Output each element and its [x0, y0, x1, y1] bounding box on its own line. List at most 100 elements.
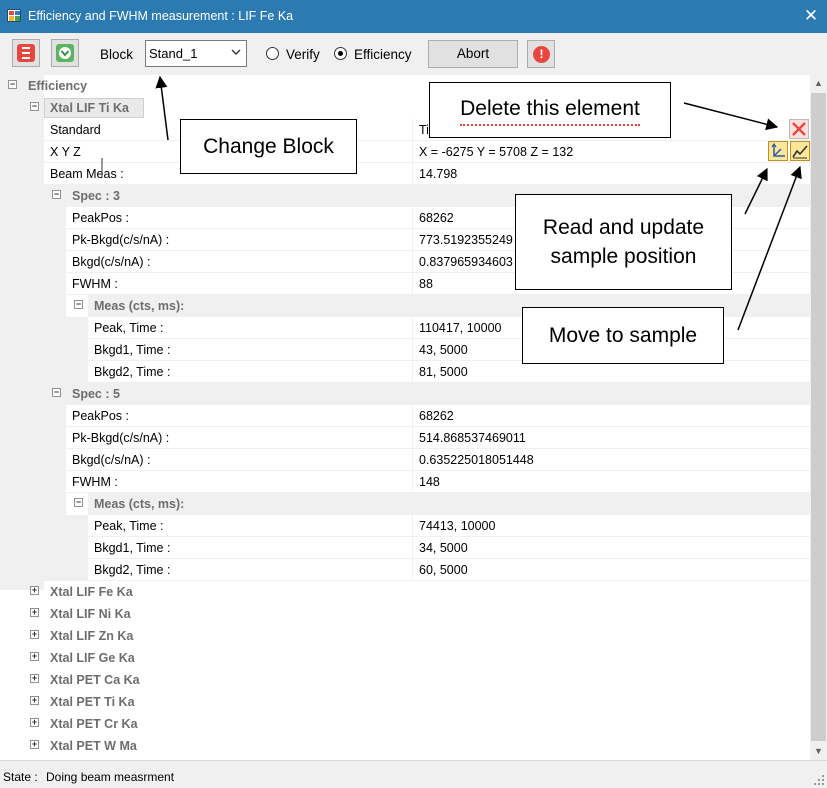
column-divider [412, 119, 413, 141]
collapse-icon[interactable]: − [52, 388, 61, 397]
meas-row-value[interactable]: 34, 5000 [419, 541, 468, 555]
meas-row[interactable]: Bkgd1, Time : 34, 5000 [88, 537, 810, 559]
spec-property-row-value[interactable]: 88 [419, 277, 433, 291]
xtal-node-collapsed-label: Xtal LIF Fe Ka [50, 585, 133, 599]
spec-gutter [44, 383, 66, 581]
stop-button[interactable] [12, 39, 40, 67]
expand-icon[interactable]: + [30, 652, 39, 661]
collapse-icon[interactable]: − [52, 190, 61, 199]
meas-row-name: Bkgd1, Time : [94, 541, 171, 555]
scroll-up-icon[interactable]: ▲ [810, 75, 827, 92]
scroll-down-icon[interactable]: ▼ [810, 743, 827, 760]
tree-root[interactable]: − Efficiency [0, 75, 810, 97]
xtal-node-collapsed-label: Xtal LIF Zn Ka [50, 629, 134, 643]
meas-node-label: Meas (cts, ms): [94, 299, 185, 313]
column-divider [412, 251, 413, 273]
collapse-icon[interactable]: − [74, 498, 83, 507]
warning-button[interactable]: ! [527, 40, 555, 68]
spec-property-row-name: Bkgd(c/s/nA) : [72, 255, 151, 269]
meas-row[interactable]: Bkgd2, Time : 81, 5000 [88, 361, 810, 383]
expand-icon[interactable]: + [30, 740, 39, 749]
move-to-sample-button[interactable] [790, 141, 810, 161]
property-row-value[interactable]: Ti [419, 123, 429, 137]
vertical-scrollbar[interactable]: ▲ ▼ [810, 75, 827, 760]
spec-gutter [44, 185, 66, 383]
spec-node[interactable]: − Spec : 5 [0, 383, 810, 405]
xtal-node-collapsed[interactable]: + Xtal PET W Ma [0, 735, 810, 757]
read-position-button[interactable] [768, 141, 788, 161]
column-divider [412, 537, 413, 559]
down-arrow-icon [56, 44, 74, 62]
column-divider [412, 273, 413, 295]
xtal-node-collapsed[interactable]: + Xtal PET Ti Ka [0, 691, 810, 713]
expand-icon[interactable]: + [30, 586, 39, 595]
expand-icon[interactable]: + [30, 630, 39, 639]
property-row[interactable]: Beam Meas : 14.798 [44, 163, 810, 185]
xtal-node-collapsed[interactable]: + Xtal PET Cr Ka [0, 713, 810, 735]
meas-row-name: Bkgd2, Time : [94, 563, 171, 577]
delete-x-icon [790, 120, 808, 138]
meas-row-name: Peak, Time : [94, 321, 164, 335]
xtal-node-collapsed-label: Xtal PET Ca Ka [50, 673, 140, 687]
meas-row-value[interactable]: 60, 5000 [419, 563, 468, 577]
expand-icon[interactable]: + [30, 674, 39, 683]
spec-property-row[interactable]: Pk-Bkgd(c/s/nA) : 514.868537469011 [66, 427, 810, 449]
spec-property-row-name: Bkgd(c/s/nA) : [72, 453, 151, 467]
xtal-node-collapsed-label: Xtal PET Cr Ka [50, 717, 138, 731]
radio-verify-label: Verify [286, 47, 320, 62]
delete-button[interactable] [789, 119, 809, 139]
meas-row[interactable]: Peak, Time : 74413, 10000 [88, 515, 810, 537]
spec-node-label: Spec : 3 [72, 189, 120, 203]
block-select[interactable]: Stand_1 [145, 40, 247, 67]
meas-row-value[interactable]: 81, 5000 [419, 365, 468, 379]
exclamation-icon: ! [533, 46, 550, 63]
property-row[interactable]: Standard Ti [44, 119, 810, 141]
xtal-node-collapsed[interactable]: + Xtal LIF Fe Ka [0, 581, 810, 603]
meas-row-value[interactable]: 74413, 10000 [419, 519, 495, 533]
meas-node[interactable]: − Meas (cts, ms): [0, 493, 810, 515]
property-row[interactable]: X Y Z X = -6275 Y = 5708 Z = 132 [44, 141, 810, 163]
column-divider [412, 405, 413, 427]
meas-row-value[interactable]: 110417, 10000 [419, 321, 502, 335]
app-icon [7, 9, 21, 22]
collapse-icon[interactable]: − [30, 102, 39, 111]
callout-delete-text: Delete this element [460, 94, 640, 126]
abort-button[interactable]: Abort [428, 40, 518, 68]
expand-icon[interactable]: + [30, 718, 39, 727]
callout-move-text: Move to sample [548, 323, 698, 347]
spec-property-row-value[interactable]: 773.5192355249 [419, 233, 513, 247]
meas-row-value[interactable]: 43, 5000 [419, 343, 468, 357]
xtal-node-collapsed-label: Xtal PET Ti Ka [50, 695, 135, 709]
spec-property-row-name: FWHM : [72, 475, 118, 489]
spec-property-row-value[interactable]: 514.868537469011 [419, 431, 526, 445]
collapse-icon[interactable]: − [8, 80, 17, 89]
xtal-node-collapsed[interactable]: + Xtal LIF Ni Ka [0, 603, 810, 625]
spec-property-row-value[interactable]: 68262 [419, 211, 454, 225]
expand-icon[interactable]: + [30, 608, 39, 617]
spec-property-row[interactable]: Bkgd(c/s/nA) : 0.635225018051448 [66, 449, 810, 471]
xtal-node-collapsed[interactable]: + Xtal PET Ca Ka [0, 669, 810, 691]
property-tree[interactable]: − Efficiency − Xtal LIF Ti Ka Standard Ti X Y … [0, 75, 810, 760]
xtal-node-expanded[interactable]: − Xtal LIF Ti Ka [0, 97, 810, 119]
spec-property-row[interactable]: FWHM : 148 [66, 471, 810, 493]
spec-property-row-value[interactable]: 148 [419, 475, 440, 489]
property-row-value[interactable]: X = -6275 Y = 5708 Z = 132 [419, 145, 573, 159]
resize-grip-icon[interactable] [814, 775, 824, 785]
close-icon[interactable]: ✕ [795, 0, 827, 33]
scroll-thumb[interactable] [811, 93, 826, 741]
run-button[interactable] [51, 39, 79, 67]
column-divider [412, 427, 413, 449]
callout-move: Move to sample [522, 307, 724, 364]
spec-property-row-value[interactable]: 0.837965934603 [419, 255, 513, 269]
spec-property-row[interactable]: PeakPos : 68262 [66, 405, 810, 427]
status-bar: State : Doing beam measrment [0, 760, 827, 788]
spec-property-row-name: PeakPos : [72, 211, 129, 225]
spec-property-row-value[interactable]: 0.635225018051448 [419, 453, 534, 467]
collapse-icon[interactable]: − [74, 300, 83, 309]
xtal-node-collapsed[interactable]: + Xtal LIF Ge Ka [0, 647, 810, 669]
meas-row[interactable]: Bkgd2, Time : 60, 5000 [88, 559, 810, 581]
spec-property-row-value[interactable]: 68262 [419, 409, 454, 423]
xtal-node-collapsed[interactable]: + Xtal LIF Zn Ka [0, 625, 810, 647]
expand-icon[interactable]: + [30, 696, 39, 705]
property-row-value[interactable]: 14.798 [419, 167, 457, 181]
